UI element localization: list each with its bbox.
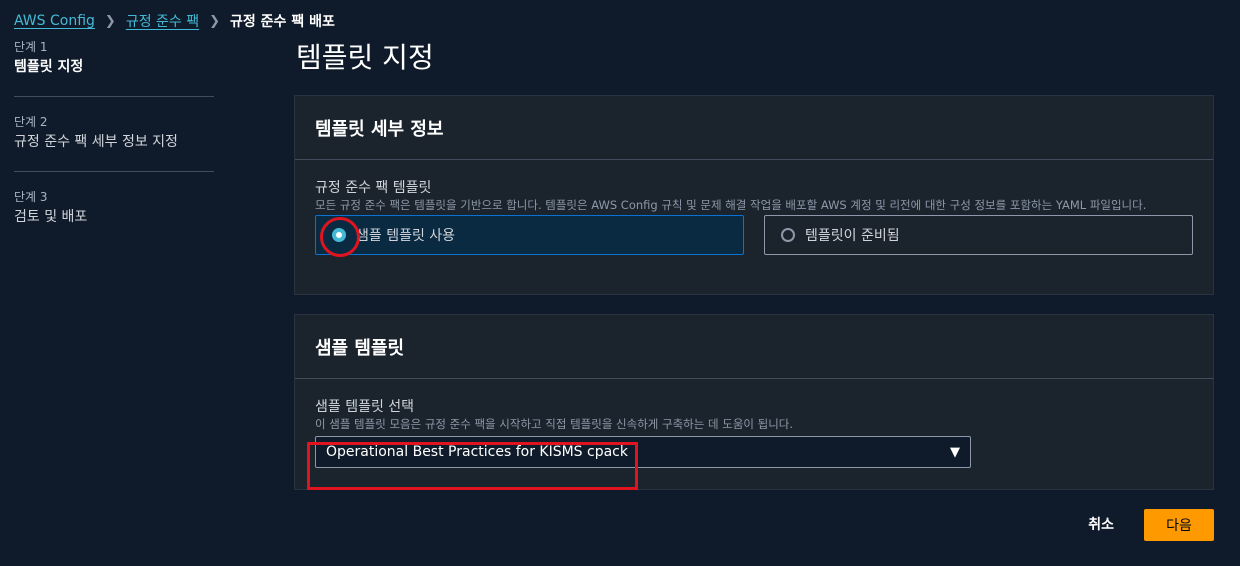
- field-label: 샘플 템플릿 선택: [315, 399, 415, 415]
- step-1: 단계 1 템플릿 지정: [14, 38, 214, 96]
- step-3: 단계 3 검토 및 배포: [14, 188, 214, 246]
- breadcrumb: AWS Config ❯ 규정 준수 팩 ❯ 규정 준수 팩 배포: [14, 10, 335, 32]
- panel-header: 템플릿 세부 정보: [295, 96, 1213, 160]
- tile-use-sample-template[interactable]: 샘플 템플릿 사용: [315, 215, 744, 257]
- tile-template-ready[interactable]: 템플릿이 준비됨: [764, 215, 1193, 255]
- step-title: 검토 및 배포: [14, 209, 88, 225]
- radio-unchecked-icon[interactable]: [781, 228, 795, 242]
- wizard-actions: 취소 다음: [1072, 509, 1214, 541]
- breadcrumb-conformance-packs[interactable]: 규정 준수 팩: [126, 11, 199, 31]
- chevron-right-icon: ❯: [209, 13, 221, 29]
- step-number: 단계 1: [14, 40, 48, 54]
- step-number: 단계 2: [14, 115, 48, 129]
- breadcrumb-current: 규정 준수 팩 배포: [230, 14, 335, 30]
- page-title: 템플릿 지정: [296, 41, 434, 74]
- radio-checked-icon[interactable]: [332, 228, 346, 242]
- template-details-panel: 템플릿 세부 정보 규정 준수 팩 템플릿 모든 규정 준수 팩은 템플릿을 기…: [294, 95, 1214, 295]
- next-button[interactable]: 다음: [1144, 509, 1214, 541]
- tile-label: 샘플 템플릿 사용: [356, 228, 456, 244]
- breadcrumb-aws-config[interactable]: AWS Config: [14, 13, 95, 29]
- wizard-steps: 단계 1 템플릿 지정 단계 2 규정 준수 팩 세부 정보 지정 단계 3 검…: [14, 38, 214, 246]
- step-title: 규정 준수 팩 세부 정보 지정: [14, 134, 178, 150]
- tile-label: 템플릿이 준비됨: [805, 228, 900, 244]
- sample-template-panel: 샘플 템플릿 샘플 템플릿 선택 이 샘플 템플릿 모음은 규정 준수 팩을 시…: [294, 314, 1214, 490]
- step-title: 템플릿 지정: [14, 59, 84, 75]
- field-description: 이 샘플 템플릿 모음은 규정 준수 팩을 시작하고 직접 템플릿을 신속하게 …: [315, 417, 794, 431]
- template-option-tiles: 샘플 템플릿 사용 템플릿이 준비됨: [315, 215, 1193, 257]
- step-2: 단계 2 규정 준수 팩 세부 정보 지정: [14, 113, 214, 171]
- select-value: Operational Best Practices for KISMS cpa…: [326, 444, 628, 460]
- step-number: 단계 3: [14, 190, 48, 204]
- chevron-right-icon: ❯: [104, 13, 116, 29]
- step-divider: [14, 171, 214, 172]
- panel-body: 규정 준수 팩 템플릿 모든 규정 준수 팩은 템플릿을 기반으로 합니다. 템…: [295, 160, 1213, 257]
- field-description: 모든 규정 준수 팩은 템플릿을 기반으로 합니다. 템플릿은 AWS Conf…: [315, 198, 1147, 212]
- caret-down-icon: ▼: [950, 444, 960, 460]
- sample-template-select[interactable]: Operational Best Practices for KISMS cpa…: [315, 436, 971, 468]
- field-label: 규정 준수 팩 템플릿: [315, 180, 432, 196]
- step-divider: [14, 96, 214, 97]
- cancel-button[interactable]: 취소: [1072, 509, 1130, 541]
- panel-body: 샘플 템플릿 선택 이 샘플 템플릿 모음은 규정 준수 팩을 시작하고 직접 …: [295, 379, 1213, 490]
- panel-header: 샘플 템플릿: [295, 315, 1213, 379]
